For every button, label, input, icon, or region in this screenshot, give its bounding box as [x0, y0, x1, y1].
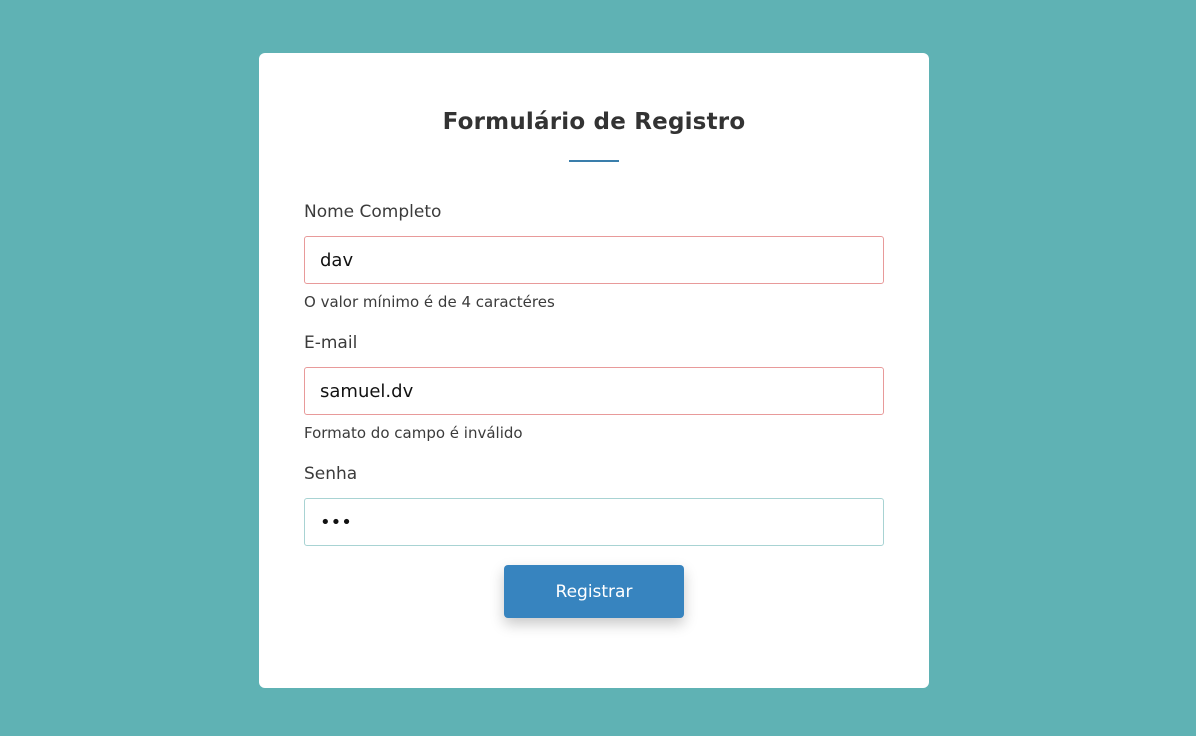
password-label: Senha	[304, 464, 358, 484]
email-error-message: Formato do campo é inválido	[304, 424, 523, 442]
email-field[interactable]	[304, 367, 884, 415]
name-label: Nome Completo	[304, 202, 442, 222]
email-label: E-mail	[304, 333, 358, 353]
password-field[interactable]	[304, 498, 884, 546]
name-field[interactable]	[304, 236, 884, 284]
registration-card: Formulário de Registro Nome Completo O v…	[259, 53, 929, 688]
title-underline	[569, 160, 619, 162]
name-error-message: O valor mínimo é de 4 caractéres	[304, 293, 555, 311]
form-title: Formulário de Registro	[442, 109, 746, 135]
register-button[interactable]: Registrar	[504, 565, 684, 618]
